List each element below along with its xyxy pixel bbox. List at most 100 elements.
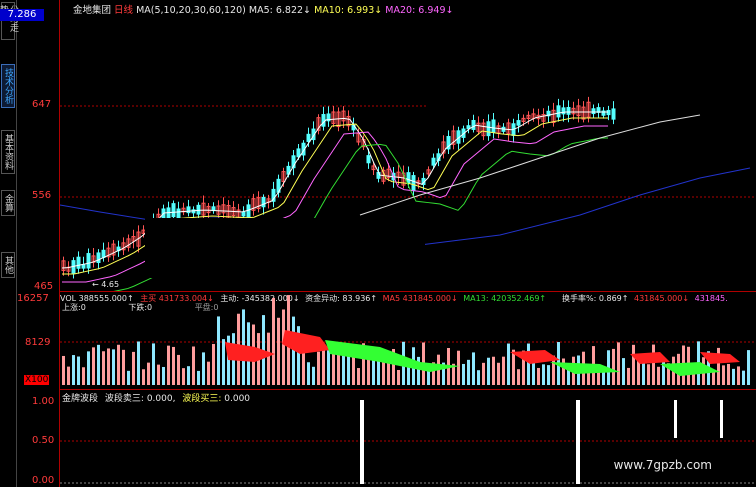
candle-body [101, 249, 106, 258]
volume-bar [632, 344, 635, 385]
volume-bar [122, 349, 125, 385]
volume-bar [222, 339, 225, 385]
occlusion-box [145, 218, 425, 278]
volume-bar [92, 347, 95, 385]
volume-bar [177, 354, 180, 385]
watermark-text: www.7gpzb.com [613, 458, 712, 472]
stock-chart-window: 分时走势 技术分析 基本资料 金算 其他 7.286 金地集团 日线 MA(5,… [0, 0, 756, 487]
volume-bar [167, 345, 170, 385]
volume-bar [147, 362, 150, 385]
candle-body [486, 121, 491, 137]
volume-bar [712, 370, 715, 385]
volume-chart[interactable] [0, 292, 756, 389]
candle-body [431, 157, 436, 166]
candle-body [176, 208, 181, 219]
volume-bar [192, 346, 195, 385]
candle-body [186, 206, 191, 214]
volume-bar [307, 362, 310, 385]
volume-bar [342, 354, 345, 385]
volume-bar [67, 366, 70, 385]
candle-body [86, 253, 91, 269]
candle-body [491, 119, 496, 133]
candle-body [166, 207, 171, 220]
volume-bar [547, 365, 550, 385]
volume-bar [617, 342, 620, 385]
candle-body [471, 119, 476, 130]
volume-bar [487, 357, 490, 385]
volume-bar [77, 356, 80, 385]
volume-bar [282, 309, 285, 385]
volume-bar [127, 370, 130, 385]
volume-bar [157, 364, 160, 385]
volume-bar [357, 368, 360, 385]
volume-bar [102, 351, 105, 385]
ma120-line [419, 167, 751, 246]
volume-bar [462, 363, 465, 385]
volume-bar [747, 350, 750, 385]
volume-bar [477, 370, 480, 385]
signal-bar [360, 400, 364, 484]
ma120-line [59, 204, 221, 221]
volume-bars [62, 295, 750, 385]
volume-bar [652, 344, 655, 385]
volume-bar [467, 359, 470, 385]
volume-bar [272, 297, 275, 385]
volume-bar [117, 344, 120, 385]
volume-bar [647, 364, 650, 385]
price-chart[interactable] [0, 0, 756, 292]
volume-bar [497, 362, 500, 385]
candle-body [516, 120, 521, 126]
volume-bar [137, 341, 140, 385]
volume-bar [212, 343, 215, 385]
candle-body [556, 105, 561, 118]
volume-bar [132, 351, 135, 385]
volume-bar [87, 351, 90, 385]
volume-bar [162, 366, 165, 385]
volume-bar [277, 317, 280, 385]
candle-body [171, 203, 176, 218]
signal-bar [674, 400, 677, 438]
candle-body [261, 196, 266, 208]
flow-band-red [700, 352, 740, 364]
volume-bar [72, 355, 75, 385]
volume-bar [537, 367, 540, 385]
volume-bar [327, 350, 330, 385]
candle-body [366, 155, 371, 164]
volume-bar [172, 346, 175, 385]
volume-bar [407, 367, 410, 385]
candle-body [321, 114, 326, 127]
volume-bar [97, 344, 100, 385]
volume-bar [722, 365, 725, 385]
candle-body [96, 252, 101, 263]
volume-bar [82, 367, 85, 385]
volume-bar [517, 369, 520, 385]
candle-body [591, 108, 596, 115]
candle-body [411, 175, 416, 191]
candle-body [81, 264, 86, 269]
volume-bar [502, 356, 505, 385]
candle-body [76, 256, 81, 269]
candle-body [406, 172, 411, 184]
signal-bar [576, 400, 580, 484]
volume-bar [202, 352, 205, 385]
candle-body [611, 108, 616, 120]
volume-bar [492, 356, 495, 385]
volume-bar [622, 358, 625, 385]
volume-bar [562, 358, 565, 385]
volume-bar [657, 366, 660, 385]
volume-bar [217, 316, 220, 385]
volume-bar [182, 368, 185, 385]
indicator-chart[interactable] [0, 390, 756, 487]
volume-bar [112, 349, 115, 385]
volume-bar [482, 362, 485, 385]
volume-bar [727, 363, 730, 385]
volume-bar [62, 355, 65, 385]
flow-band-red [630, 352, 670, 364]
volume-bar [742, 370, 745, 385]
candle-body [241, 211, 246, 217]
volume-bar [507, 343, 510, 385]
volume-bar [197, 370, 200, 385]
volume-bar [107, 348, 110, 385]
volume-bar [542, 364, 545, 385]
candle-body [566, 106, 571, 115]
